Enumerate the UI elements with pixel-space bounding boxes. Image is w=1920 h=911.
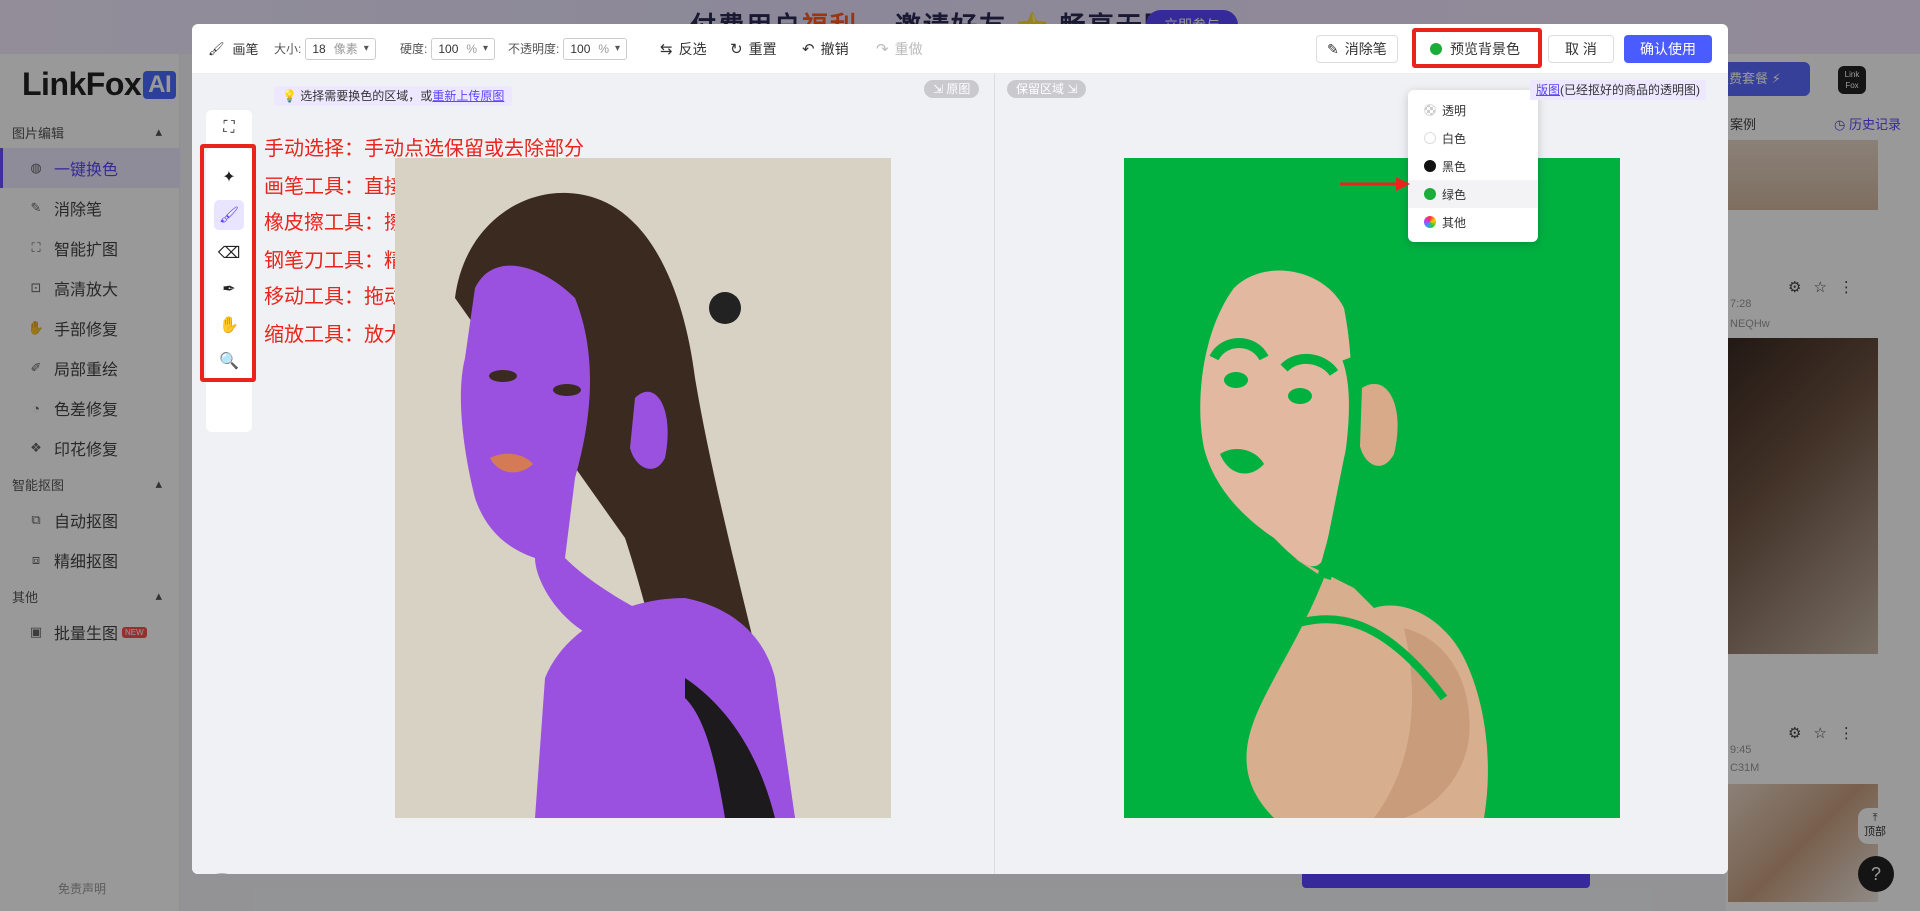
right-hint-bar: 版图(已经抠好的商品的透明图) bbox=[1530, 80, 1707, 100]
eraser-pen-icon: ✎ bbox=[1327, 40, 1339, 57]
confirm-button[interactable]: 确认使用 bbox=[1624, 35, 1712, 63]
pen-nib-icon: ✒ bbox=[222, 281, 236, 298]
original-badge: ⇲ 原图 bbox=[924, 80, 980, 98]
brush-icon: 🖌 bbox=[208, 40, 225, 56]
bg-option-transparent[interactable]: 透明 bbox=[1408, 96, 1538, 124]
brush-indicator: 🖌 画笔 bbox=[208, 40, 259, 58]
undo-icon: ↶ bbox=[802, 40, 815, 58]
eraser-icon: ⌫ bbox=[217, 245, 241, 262]
photo-illustration bbox=[395, 158, 891, 818]
magic-wand-icon: ✦ bbox=[222, 169, 236, 186]
redo-button[interactable]: ↷ 重做 bbox=[876, 39, 923, 59]
help-circle-button[interactable]: ? bbox=[202, 873, 242, 874]
refresh-icon: ↻ bbox=[730, 40, 743, 58]
lightbulb-icon: 💡 bbox=[282, 89, 297, 103]
preview-bg-button[interactable]: 预览背景色 bbox=[1420, 35, 1530, 63]
brush-tool[interactable]: 🖌 bbox=[214, 200, 244, 230]
checker-swatch-icon bbox=[1424, 104, 1436, 116]
pen-tool[interactable]: ✒ bbox=[214, 274, 244, 304]
preview-illustration bbox=[1124, 158, 1620, 818]
scan-select-icon: ⛶ bbox=[223, 119, 235, 136]
opacity-select[interactable]: 100% ▾ bbox=[563, 37, 628, 60]
hardness-control: 硬度: 100% ▾ bbox=[400, 37, 496, 60]
edit-canvas-area: 💡 选择需要换色的区域，或重新上传原图 ⇲ 原图 ⛶ ✦ 🖌 ⌫ ✒ ✋ 🔍 手… bbox=[192, 74, 994, 874]
rainbow-swatch-icon bbox=[1424, 216, 1436, 228]
select-tool-top[interactable]: ⛶ bbox=[206, 110, 252, 146]
eraser-tool[interactable]: ⌫ bbox=[214, 238, 244, 268]
editor-toolbar: 🖌 画笔 大小: 18 像素 ▾ 硬度: 100% ▾ 不透明度: 100% ▾ ⇆ 反选 … bbox=[192, 24, 1728, 74]
cancel-button[interactable]: 取 消 bbox=[1548, 35, 1614, 63]
redo-icon: ↷ bbox=[876, 40, 889, 58]
original-photo[interactable] bbox=[395, 158, 891, 818]
green-dot-icon bbox=[1430, 43, 1442, 55]
preview-image[interactable] bbox=[1124, 158, 1620, 818]
size-select[interactable]: 18 像素 ▾ bbox=[305, 37, 376, 60]
black-swatch-icon bbox=[1424, 160, 1436, 172]
size-control: 大小: 18 像素 ▾ bbox=[274, 37, 376, 60]
white-swatch-icon bbox=[1424, 132, 1436, 144]
keep-region-badge: 保留区域 ⇲ bbox=[1007, 80, 1087, 98]
reupload-link[interactable]: 重新上传原图 bbox=[432, 89, 504, 103]
undo-button[interactable]: ↶ 撤销 bbox=[802, 39, 849, 59]
brush-icon: 🖌 bbox=[218, 207, 240, 224]
bg-option-other[interactable]: 其他 bbox=[1408, 208, 1538, 236]
recolor-modal: 🖌 画笔 大小: 18 像素 ▾ 硬度: 100% ▾ 不透明度: 100% ▾ ⇆ 反选 … bbox=[192, 24, 1728, 874]
invert-icon: ⇆ bbox=[660, 40, 673, 58]
chevron-down-icon: ▾ bbox=[615, 43, 621, 54]
preview-area: 保留区域 ⇲ bbox=[995, 74, 1728, 874]
invert-button[interactable]: ⇆ 反选 bbox=[660, 39, 707, 59]
zoom-tool[interactable]: 🔍 bbox=[214, 346, 244, 376]
opacity-control: 不透明度: 100% ▾ bbox=[508, 37, 628, 60]
hint-bar: 💡 选择需要换色的区域，或重新上传原图 bbox=[274, 86, 513, 106]
bg-option-black[interactable]: 黑色 bbox=[1408, 152, 1538, 180]
reset-button[interactable]: ↻ 重置 bbox=[730, 39, 777, 59]
chevron-down-icon: ▾ bbox=[363, 43, 369, 54]
chevron-down-icon: ▾ bbox=[483, 43, 489, 54]
move-tool[interactable]: ✋ bbox=[214, 310, 244, 340]
bg-option-white[interactable]: 白色 bbox=[1408, 124, 1538, 152]
bg-option-green[interactable]: 绿色 bbox=[1408, 180, 1538, 208]
template-link[interactable]: 版图 bbox=[1536, 83, 1560, 97]
bg-color-dropdown: 透明 白色 黑色 绿色 其他 bbox=[1408, 90, 1538, 242]
green-swatch-icon bbox=[1424, 188, 1436, 200]
hardness-select[interactable]: 100% ▾ bbox=[431, 37, 496, 60]
annotation-arrow bbox=[1340, 177, 1410, 191]
eraser-pen-button[interactable]: ✎ 消除笔 bbox=[1316, 35, 1398, 63]
magic-wand-tool[interactable]: ✦ bbox=[214, 162, 244, 192]
tool-palette: ✦ 🖌 ⌫ ✒ ✋ 🔍 bbox=[206, 148, 252, 432]
magnifier-icon: 🔍 bbox=[219, 353, 239, 370]
hand-icon: ✋ bbox=[219, 317, 239, 334]
annotation-manual-select: 手动选择：手动点选保留或去除部分 bbox=[264, 138, 584, 160]
